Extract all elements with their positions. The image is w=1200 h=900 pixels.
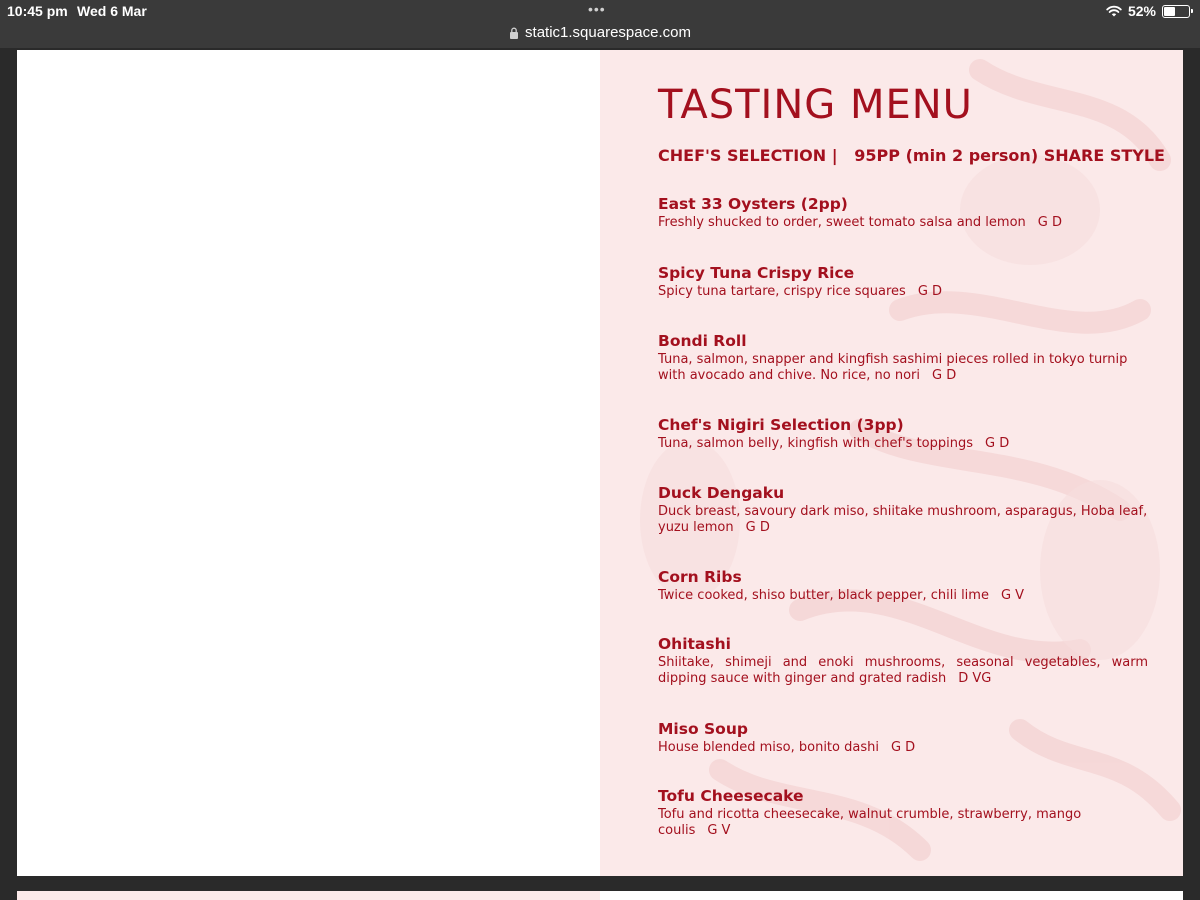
menu-subtitle: CHEF'S SELECTION | 95PP (min 2 person) S… [658, 146, 1165, 165]
page-card: TASTING MENU CHEF'S SELECTION | 95PP (mi… [17, 50, 1183, 876]
menu-item-description: Tuna, salmon, snapper and kingfish sashi… [658, 352, 1148, 384]
battery-fill [1164, 6, 1176, 16]
lock-icon [510, 27, 519, 39]
menu-panel: TASTING MENU CHEF'S SELECTION | 95PP (mi… [600, 50, 1183, 876]
next-page-edge-right [600, 891, 1183, 900]
battery-cap [1191, 8, 1193, 13]
dietary-tags: G D [890, 740, 916, 755]
menu-item-name: Duck Dengaku [658, 484, 785, 502]
description-text: Shiitake, shimeji and enoki mushrooms, s… [658, 655, 1148, 686]
dietary-tags: G D [985, 436, 1010, 451]
menu-item: Corn Ribs Twice cooked, shiso butter, bl… [658, 567, 1148, 604]
dietary-tags: G D [917, 284, 943, 299]
menu-item-description: Duck breast, savoury dark miso, shiitake… [658, 504, 1148, 536]
menu-item: Spicy Tuna Crispy Rice Spicy tuna tartar… [658, 263, 1148, 300]
description-text: Freshly shucked to order, sweet tomato s… [658, 215, 1026, 230]
menu-item-name: Corn Ribs [658, 568, 742, 586]
menu-item-description: Tuna, salmon belly, kingfish with chef's… [658, 436, 1148, 452]
dietary-tags: G V [1000, 588, 1025, 603]
battery-icon [1162, 4, 1193, 18]
dietary-tags: G D [1037, 215, 1062, 230]
dietary-tags: G D [931, 368, 957, 383]
menu-item-description: Tofu and ricotta cheesecake, walnut crum… [658, 807, 1148, 839]
status-date: Wed 6 Mar [77, 3, 147, 19]
menu-item: Tofu Cheesecake Tofu and ricotta cheesec… [658, 786, 1148, 839]
menu-item-name: Chef's Nigiri Selection (3pp) [658, 416, 904, 434]
menu-item-description: House blended miso, bonito dashi G D [658, 740, 1148, 756]
menu-item-name: Miso Soup [658, 720, 748, 738]
description-text: House blended miso, bonito dashi [658, 740, 879, 755]
menu-item-description: Spicy tuna tartare, crispy rice squares G… [658, 284, 1148, 300]
menu-item-name: Spicy Tuna Crispy Rice [658, 264, 855, 282]
dietary-tags: G D [745, 520, 770, 535]
dietary-tags: D VG [958, 671, 992, 686]
menu-item-description: Twice cooked, shiso butter, black pepper… [658, 588, 1148, 604]
status-right: 52% [1106, 3, 1193, 19]
description-text: Spicy tuna tartare, crispy rice squares [658, 284, 906, 299]
battery-percent: 52% [1127, 3, 1156, 19]
menu-item-name: Ohitashi [658, 635, 731, 653]
multitasking-dots-icon[interactable]: ••• [588, 1, 606, 17]
menu-item: East 33 Oysters (2pp) Freshly shucked to… [658, 194, 1148, 231]
description-text: Twice cooked, shiso butter, black pepper… [658, 588, 989, 603]
menu-item: Miso Soup House blended miso, bonito das… [658, 719, 1148, 756]
description-text: Tuna, salmon belly, kingfish with chef's… [658, 436, 973, 451]
menu-title: TASTING MENU [658, 82, 973, 128]
dietary-tags: G V [707, 823, 731, 838]
menu-item-name: East 33 Oysters (2pp) [658, 195, 848, 213]
status-time: 10:45 pm [7, 3, 68, 19]
menu-item-description: Freshly shucked to order, sweet tomato s… [658, 215, 1148, 231]
menu-item: Duck Dengaku Duck breast, savoury dark m… [658, 483, 1148, 536]
url-bar[interactable]: static1.squarespace.com [0, 24, 1200, 48]
menu-item-description: Shiitake, shimeji and enoki mushrooms, s… [658, 655, 1148, 687]
url-text[interactable]: static1.squarespace.com [525, 24, 691, 41]
menu-item: Chef's Nigiri Selection (3pp) Tuna, salm… [658, 415, 1148, 452]
menu-item: Ohitashi Shiitake, shimeji and enoki mus… [658, 634, 1148, 687]
description-text: Duck breast, savoury dark miso, shiitake… [658, 504, 1148, 535]
menu-item: Bondi Roll Tuna, salmon, snapper and kin… [658, 331, 1148, 384]
menu-item-name: Tofu Cheesecake [658, 787, 804, 805]
menu-item-name: Bondi Roll [658, 332, 747, 350]
next-page-edge-left [17, 891, 600, 900]
status-bar: 10:45 pm Wed 6 Mar ••• 52% [0, 0, 1200, 24]
wifi-icon [1106, 5, 1122, 17]
description-text: Tuna, salmon, snapper and kingfish sashi… [658, 352, 1128, 383]
